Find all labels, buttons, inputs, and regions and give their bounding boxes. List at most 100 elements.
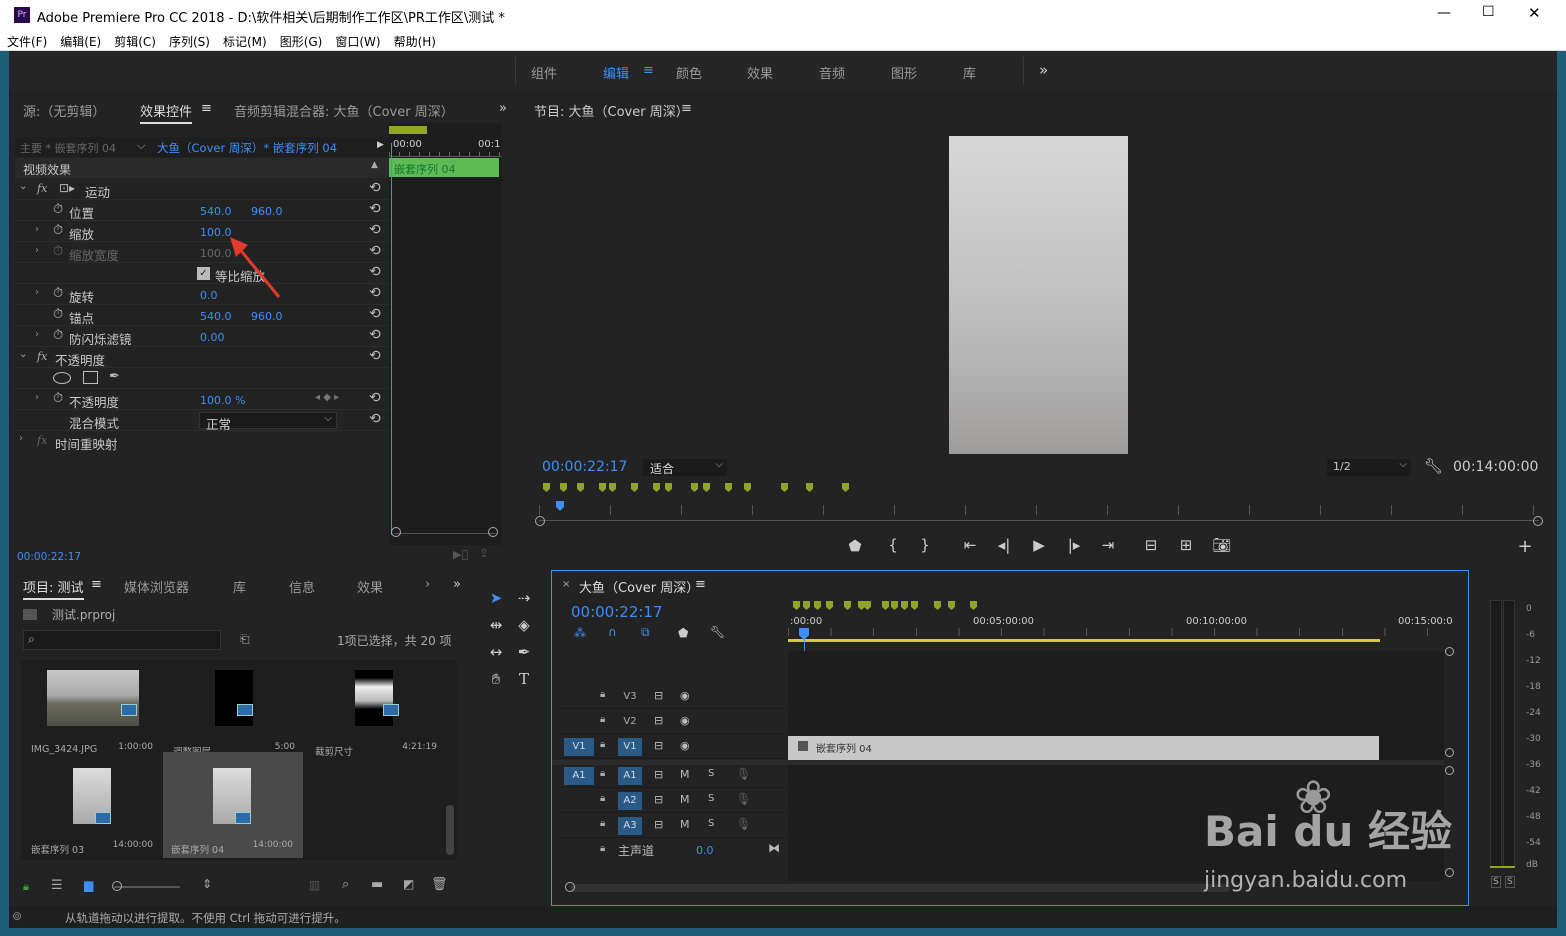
reset-icon[interactable]: ⟲ — [369, 327, 381, 343]
blend-mode-select[interactable]: 正常 ⌵ — [199, 412, 337, 432]
workspace-effects[interactable]: 效果 — [747, 63, 773, 82]
marker[interactable] — [864, 601, 871, 610]
workspace-more-icon[interactable]: » — [1039, 61, 1048, 79]
eye-icon[interactable]: ◉ — [680, 689, 690, 702]
workspace-editing[interactable]: 编辑 — [603, 63, 629, 82]
marker[interactable] — [911, 601, 918, 610]
marker[interactable] — [891, 601, 898, 610]
track-v1[interactable]: V1 🔒︎ V1 ⊟ ◉ — [556, 735, 788, 759]
mark-out-icon[interactable]: } — [914, 536, 936, 554]
marker[interactable] — [882, 601, 889, 610]
snap-icon[interactable]: ∩ — [608, 625, 617, 639]
stopwatch-icon[interactable]: ⏱ — [53, 202, 63, 217]
marker[interactable] — [577, 483, 584, 492]
menu-edit[interactable]: 编辑(E) — [53, 30, 107, 50]
marker[interactable] — [826, 601, 833, 610]
marker[interactable] — [609, 483, 616, 492]
reset-icon[interactable]: ⟲ — [369, 306, 381, 322]
mark-in-icon[interactable]: { — [882, 536, 904, 554]
lock-icon[interactable]: 🔒︎ — [600, 714, 605, 725]
marker[interactable] — [744, 483, 751, 492]
zoom-handle-left[interactable] — [535, 516, 545, 526]
project-scrollbar[interactable] — [446, 805, 454, 855]
zoom-handle-left[interactable] — [565, 882, 575, 892]
marker[interactable] — [653, 483, 660, 492]
expand-icon[interactable]: › — [35, 392, 39, 403]
tab-info[interactable]: 信息 — [289, 577, 315, 596]
automate-icon[interactable]: ▥ — [309, 878, 320, 892]
step-forward-icon[interactable]: |▸ — [1063, 536, 1085, 554]
reset-icon[interactable]: ⟲ — [369, 390, 381, 406]
solo-left-button[interactable]: S — [1491, 876, 1501, 888]
tab-media-browser[interactable]: 媒体浏览器 — [124, 577, 189, 596]
reset-icon[interactable]: ⟲ — [369, 243, 381, 259]
lock-icon[interactable]: 🔒︎ — [600, 818, 605, 829]
reset-icon[interactable]: ⟲ — [369, 264, 381, 280]
lock-icon[interactable]: 🔒︎ — [600, 793, 605, 804]
scroll-handle[interactable] — [1445, 647, 1454, 656]
fx-icon[interactable]: fx — [37, 182, 47, 195]
opacity-section-row[interactable]: ⌄ fx 不透明度 ⟲ — [15, 347, 389, 368]
marker[interactable] — [781, 483, 788, 492]
timeline-title[interactable]: 大鱼（Cover 周深） — [579, 577, 699, 596]
extract-icon[interactable]: ⊞ — [1175, 536, 1197, 554]
sort-icon[interactable]: ⇕ — [202, 877, 212, 891]
panel-more-icon[interactable]: » — [453, 577, 461, 592]
wrench-icon[interactable]: 🔧︎ — [710, 625, 725, 639]
tab-overflow[interactable]: › — [425, 577, 430, 592]
new-bin-icon[interactable]: ▬ — [371, 877, 383, 892]
marker[interactable] — [842, 483, 849, 492]
razor-tool-icon[interactable]: ◈ — [513, 616, 535, 634]
sync-lock-icon[interactable]: ⊟ — [654, 768, 663, 781]
solo-button[interactable]: S — [708, 818, 714, 829]
menu-icon[interactable]: ≡ — [91, 577, 102, 592]
scroll-handle[interactable] — [1445, 748, 1454, 757]
wrench-icon[interactable]: 🔧︎ — [1424, 457, 1443, 475]
anchor-y[interactable]: 960.0 — [251, 310, 283, 323]
reset-icon[interactable]: ⟲ — [369, 411, 381, 427]
pen-mask-icon[interactable]: ✒ — [109, 369, 120, 384]
lock-icon[interactable]: 🔒︎ — [600, 768, 605, 779]
zoom-handle-left[interactable] — [391, 527, 401, 537]
stopwatch-icon[interactable]: ⏱ — [53, 307, 63, 322]
track-name[interactable]: V1 — [618, 738, 642, 756]
workspace-color[interactable]: 颜色 — [676, 63, 702, 82]
find-icon[interactable]: ⌕ — [342, 877, 349, 892]
sync-lock-icon[interactable]: ⊟ — [654, 689, 663, 702]
marker[interactable] — [543, 483, 550, 492]
new-item-icon[interactable]: ◩ — [403, 877, 414, 891]
scroll-up-icon[interactable]: ▲ — [371, 160, 378, 170]
workspace-audio[interactable]: 音频 — [819, 63, 845, 82]
microphone-icon[interactable]: 🎙︎ — [736, 767, 751, 781]
anchor-x[interactable]: 540.0 — [200, 310, 232, 323]
trash-icon[interactable]: 🗑︎ — [431, 877, 448, 892]
anti-flicker-value[interactable]: 0.00 — [200, 331, 225, 344]
menu-window[interactable]: 窗口(W) — [328, 30, 386, 50]
add-button-icon[interactable]: + — [1514, 536, 1536, 557]
eye-icon[interactable]: ◉ — [680, 714, 690, 727]
lock-icon[interactable]: 🔒︎ — [600, 843, 605, 854]
workspace-libraries[interactable]: 库 — [963, 63, 976, 82]
menu-marker[interactable]: 标记(M) — [216, 30, 273, 50]
project-item[interactable]: IMG_3424.JPG 1:00:00 — [23, 662, 163, 758]
mini-zoom-slider[interactable] — [395, 533, 495, 534]
marker[interactable] — [970, 601, 977, 610]
reset-icon[interactable]: ⟲ — [369, 285, 381, 301]
step-back-icon[interactable]: ◂| — [993, 536, 1015, 554]
ruler-ticks[interactable] — [788, 628, 1446, 636]
sync-lock-icon[interactable]: ⊟ — [654, 714, 663, 727]
track-name[interactable]: V2 — [618, 713, 642, 731]
mute-button[interactable]: M — [680, 818, 690, 831]
linked-selection-icon[interactable]: ⧉ — [641, 625, 650, 640]
zoom-slider-handle[interactable] — [112, 881, 122, 891]
track-a1[interactable]: A1 🔒︎ A1 ⊟ M S 🎙︎ — [556, 764, 788, 788]
play-icon[interactable]: ▶ — [1028, 536, 1050, 554]
marker[interactable] — [691, 483, 698, 492]
project-item[interactable]: 裁剪尺寸 4:21:19 — [307, 662, 447, 758]
stopwatch-icon[interactable]: ⏱ — [53, 286, 63, 301]
microphone-icon[interactable]: 🎙︎ — [736, 817, 751, 831]
horizontal-scrollbar[interactable] — [570, 884, 1230, 892]
track-name[interactable]: A2 — [618, 792, 642, 810]
marker[interactable] — [803, 601, 810, 610]
uniform-scale-checkbox[interactable]: ✓ — [197, 267, 210, 280]
